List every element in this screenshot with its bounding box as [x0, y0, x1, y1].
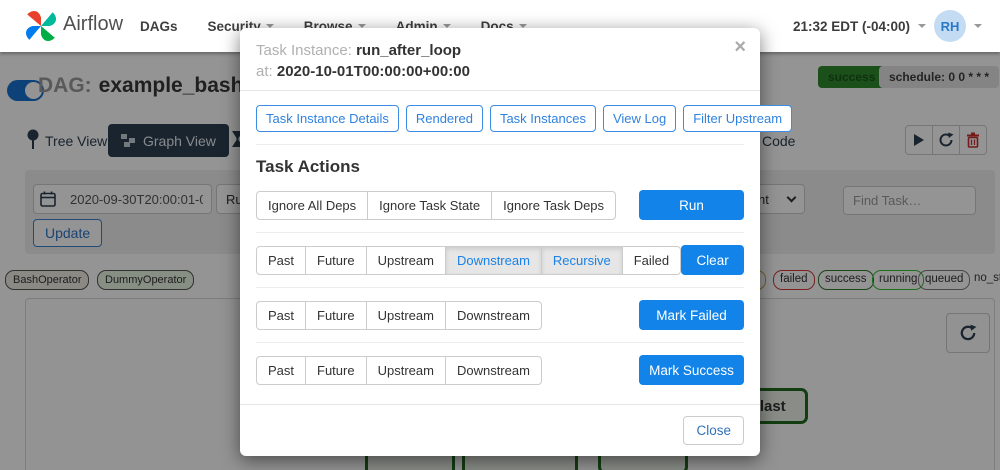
task-link-buttons: Task Instance Details Rendered Task Inst…	[256, 105, 793, 132]
airflow-logo-icon	[25, 10, 57, 42]
option-past[interactable]: Past	[256, 355, 307, 385]
caret-down-icon	[974, 24, 982, 28]
modal-body: Task Instance Details Rendered Task Inst…	[240, 91, 793, 385]
close-icon[interactable]: ×	[734, 36, 746, 59]
mark-success-action-row: Past Future Upstream Downstream Mark Suc…	[256, 355, 744, 385]
brand-name[interactable]: Airflow	[63, 13, 123, 36]
task-instance-modal: Task Instance: run_after_loop at: 2020-1…	[240, 28, 793, 456]
option-downstream-active[interactable]: Downstream	[444, 245, 542, 275]
mark-failed-button[interactable]: Mark Failed	[639, 300, 744, 330]
user-avatar[interactable]: RH	[934, 10, 966, 42]
option-future[interactable]: Future	[305, 300, 367, 330]
clear-action-row: Past Future Upstream Downstream Recursiv…	[256, 245, 744, 275]
option-past[interactable]: Past	[256, 300, 307, 330]
run-button[interactable]: Run	[639, 190, 744, 220]
run-options-group: Ignore All Deps Ignore Task State Ignore…	[256, 190, 617, 220]
mark-failed-options-group: Past Future Upstream Downstream	[256, 300, 542, 330]
option-upstream[interactable]: Upstream	[365, 300, 446, 330]
option-future[interactable]: Future	[305, 355, 367, 385]
option-future[interactable]: Future	[305, 245, 367, 275]
modal-title-value: run_after_loop	[356, 42, 462, 59]
option-ignore-all-deps[interactable]: Ignore All Deps	[256, 190, 369, 220]
option-upstream[interactable]: Upstream	[365, 245, 446, 275]
task-instance-details-button[interactable]: Task Instance Details	[256, 105, 399, 132]
option-downstream[interactable]: Downstream	[444, 300, 542, 330]
modal-subtitle-label: at:	[256, 63, 273, 80]
option-recursive-active[interactable]: Recursive	[540, 245, 623, 275]
option-ignore-task-state[interactable]: Ignore Task State	[367, 190, 493, 220]
modal-subtitle: at: 2020-10-01T00:00:00+00:00	[256, 61, 744, 82]
task-instances-button[interactable]: Task Instances	[489, 105, 596, 132]
option-ignore-task-deps[interactable]: Ignore Task Deps	[491, 190, 617, 220]
mark-success-options-group: Past Future Upstream Downstream	[256, 355, 542, 385]
option-past[interactable]: Past	[256, 245, 307, 275]
navbar-right: 21:32 EDT (-04:00) RH	[793, 0, 982, 52]
clock-display[interactable]: 21:32 EDT (-04:00)	[793, 19, 910, 34]
filter-upstream-button[interactable]: Filter Upstream	[683, 105, 793, 132]
modal-title-label: Task Instance:	[256, 42, 352, 59]
rendered-button[interactable]: Rendered	[405, 105, 483, 132]
run-action-row: Ignore All Deps Ignore Task State Ignore…	[256, 190, 744, 220]
caret-down-icon	[918, 24, 926, 28]
close-button[interactable]: Close	[683, 416, 744, 445]
option-upstream[interactable]: Upstream	[365, 355, 446, 385]
option-downstream[interactable]: Downstream	[444, 355, 542, 385]
modal-header: Task Instance: run_after_loop at: 2020-1…	[240, 28, 760, 91]
mark-failed-action-row: Past Future Upstream Downstream Mark Fai…	[256, 300, 744, 330]
modal-subtitle-value: 2020-10-01T00:00:00+00:00	[276, 63, 470, 80]
clear-options-group: Past Future Upstream Downstream Recursiv…	[256, 245, 682, 275]
task-actions-heading: Task Actions	[256, 157, 360, 176]
menu-dags-label: DAGs	[140, 18, 178, 34]
view-log-button[interactable]: View Log	[602, 105, 677, 132]
modal-title: Task Instance: run_after_loop	[256, 40, 744, 61]
mark-success-button[interactable]: Mark Success	[639, 355, 744, 385]
option-failed[interactable]: Failed	[621, 245, 682, 275]
menu-dags[interactable]: DAGs	[140, 19, 178, 34]
clear-button[interactable]: Clear	[681, 245, 744, 275]
modal-footer: Close	[240, 404, 760, 456]
